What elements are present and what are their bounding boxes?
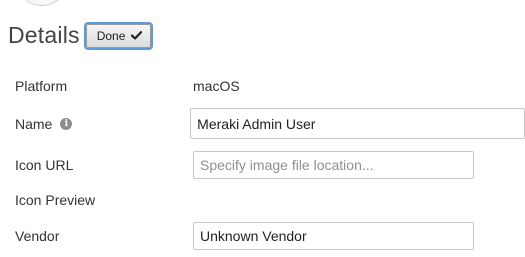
info-icon[interactable]: i: [60, 117, 73, 130]
platform-row: Platform macOS: [15, 72, 525, 100]
icon-url-label: Icon URL: [15, 157, 74, 173]
name-input[interactable]: [190, 108, 525, 139]
vendor-label: Vendor: [15, 228, 60, 244]
done-button-label: Done: [96, 28, 126, 43]
icon-preview-row: Icon Preview: [15, 186, 525, 214]
details-header: Details Done: [8, 22, 152, 49]
platform-value: macOS: [193, 78, 240, 94]
done-button[interactable]: Done: [85, 23, 152, 48]
name-label-group: Name i: [15, 116, 190, 132]
check-icon: [131, 31, 143, 40]
platform-label: Platform: [15, 78, 68, 94]
icon-url-input[interactable]: [193, 151, 474, 179]
vendor-row: Vendor: [15, 222, 525, 250]
icon-url-row: Icon URL: [15, 151, 525, 179]
icon-preview-label: Icon Preview: [15, 192, 96, 208]
vendor-input[interactable]: [193, 222, 474, 250]
page-title: Details: [8, 22, 80, 48]
top-image-edge: [22, 0, 62, 6]
name-label: Name: [15, 115, 53, 132]
name-row: Name i: [15, 108, 525, 139]
